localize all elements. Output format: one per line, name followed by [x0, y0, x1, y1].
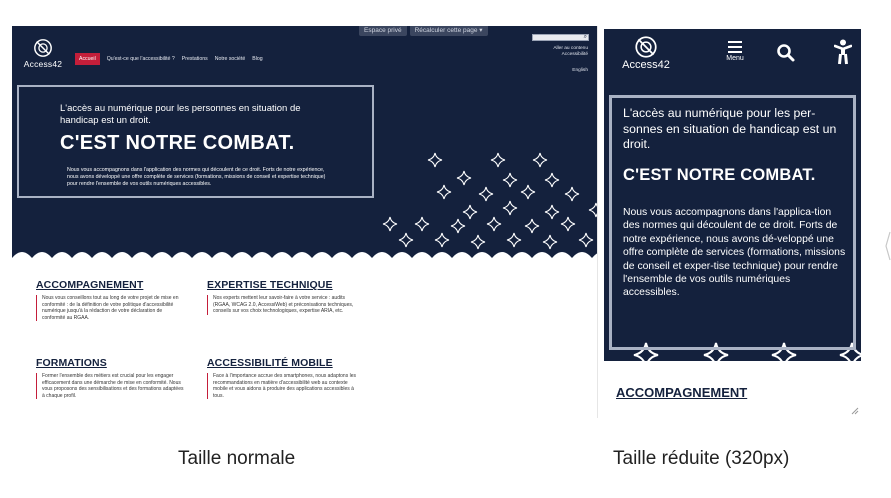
mobile-menu-button[interactable]: Menu: [722, 41, 748, 62]
card-title[interactable]: ACCESSIBILITÉ MOBILE: [207, 357, 357, 369]
sparkle-star-icon: [382, 216, 398, 232]
sparkle-star-icon: [588, 202, 597, 218]
access42-logo-icon: [635, 36, 657, 58]
desktop-main-nav: Accueil Qu'est-ce que l'accessibilité ? …: [75, 53, 263, 65]
access42-logo-icon: [34, 39, 52, 57]
nav-item-home[interactable]: Accueil: [75, 53, 100, 65]
sparkle-star-icon: [486, 216, 502, 232]
card-body: Face à l'importance accrue des smartphon…: [207, 373, 357, 400]
card-title[interactable]: FORMATIONS: [36, 357, 186, 369]
sparkle-star-icon: [490, 152, 506, 168]
card-title[interactable]: ACCOMPAGNEMENT: [36, 279, 186, 291]
resize-grip-icon[interactable]: [851, 407, 859, 415]
sparkle-star-icon: [398, 232, 414, 248]
card-body: Nos experts mettent leur savoir-faire à …: [207, 295, 357, 315]
desktop-top-buttons: Espace privé Récalculer cette page ▾: [359, 26, 488, 37]
card-body: Former l'ensemble des métiers est crucia…: [36, 373, 186, 400]
sparkle-star-icon: [427, 152, 443, 168]
caption-reduced-size: Taille réduite (320px): [613, 448, 790, 469]
hero-body-text: Nous vous accompagnons dans l'applicatio…: [67, 167, 326, 188]
desktop-screenshot: Espace privé Récalculer cette page ▾ Acc…: [12, 26, 598, 418]
sparkle-star-icon: [414, 216, 430, 232]
hamburger-menu-icon: [722, 41, 748, 53]
card-title[interactable]: EXPERTISE TECHNIQUE: [207, 279, 357, 291]
sparkle-star-icon: [462, 204, 478, 220]
accessibility-link[interactable]: Accessibilité: [553, 52, 588, 58]
mobile-card-title-accompagnement[interactable]: ACCOMPAGNEMENT: [616, 385, 747, 400]
mobile-screenshot: Access42 Menu L'accès au numérique pour …: [604, 29, 861, 417]
sparkle-star-icon: [470, 234, 486, 250]
hero-headline: C'EST NOTRE COMBAT.: [60, 132, 295, 154]
skip-links: Aller au contenu Accessibilité: [553, 46, 588, 58]
sparkle-star-icon: [434, 232, 450, 248]
comparison-figure: Espace privé Récalculer cette page ▾ Acc…: [0, 0, 891, 498]
logo-text: Access42: [23, 59, 63, 69]
hero-body-text: Nous vous accompagnons dans l'applica-ti…: [623, 207, 846, 299]
card-expertise-technique: EXPERTISE TECHNIQUE Nos experts mettent …: [207, 279, 357, 315]
search-icon[interactable]: ⌕: [584, 34, 587, 41]
recalculate-page-button[interactable]: Récalculer cette page ▾: [409, 26, 488, 36]
sparkle-star-icon: [506, 232, 522, 248]
sparkle-star-icon: [564, 186, 580, 202]
nav-item-what-is-accessibility[interactable]: Qu'est-ce que l'accessibilité ?: [107, 56, 175, 62]
sparkle-star-icon: [544, 204, 560, 220]
card-body: Nous vous conseillons tout au long de vo…: [36, 295, 186, 322]
accessibility-person-icon[interactable]: [834, 39, 852, 65]
mobile-logo[interactable]: Access42: [618, 35, 674, 71]
sparkle-star-icon: [542, 234, 558, 250]
card-formations: FORMATIONS Former l'ensemble des métiers…: [36, 357, 186, 400]
sparkle-star-icon: [436, 184, 452, 200]
hero-headline: C'EST NOTRE COMBAT.: [623, 166, 816, 184]
logo-text: Access42: [622, 59, 670, 71]
nav-item-blog[interactable]: Blog: [252, 56, 262, 62]
sparkle-star-icon: [578, 232, 594, 248]
sparkle-star-icon: [456, 170, 472, 186]
hero-lead-text: L'accès au numérique pour les per-sonnes…: [623, 106, 837, 152]
desktop-wave-border: [12, 252, 597, 271]
desktop-search-input[interactable]: ⌕: [532, 34, 589, 41]
sparkle-star-icon: [502, 200, 518, 216]
desktop-hero: Espace privé Récalculer cette page ▾ Acc…: [12, 26, 597, 271]
menu-label: Menu: [726, 55, 744, 62]
caption-normal-size: Taille normale: [178, 448, 296, 469]
nav-item-services[interactable]: Prestations: [182, 56, 208, 62]
sparkle-star-icon: [520, 184, 536, 200]
language-switch-link[interactable]: English: [572, 68, 588, 73]
hero-lead-text: L'accès au numérique pour les personnes …: [60, 103, 301, 126]
card-accessibilite-mobile: ACCESSIBILITÉ MOBILE Face à l'importance…: [207, 357, 357, 400]
edge-fragment: [885, 231, 891, 261]
sparkle-star-icon: [450, 218, 466, 234]
nav-item-company[interactable]: Notre société: [215, 56, 246, 62]
card-accompagnement: ACCOMPAGNEMENT Nous vous conseillons tou…: [36, 279, 186, 322]
sparkle-star-icon: [544, 172, 560, 188]
sparkle-star-icon: [532, 152, 548, 168]
sparkle-star-icon: [524, 218, 540, 234]
private-space-button[interactable]: Espace privé: [359, 26, 407, 36]
sparkle-star-icon: [478, 186, 494, 202]
sparkle-star-icon: [560, 216, 576, 232]
mobile-hero: Access42 Menu L'accès au numérique pour …: [604, 29, 861, 361]
desktop-logo[interactable]: Access42: [20, 38, 66, 69]
desktop-service-cards: ACCOMPAGNEMENT Nous vous conseillons tou…: [12, 271, 597, 418]
sparkle-star-icon: [502, 172, 518, 188]
search-icon[interactable]: [776, 43, 796, 63]
